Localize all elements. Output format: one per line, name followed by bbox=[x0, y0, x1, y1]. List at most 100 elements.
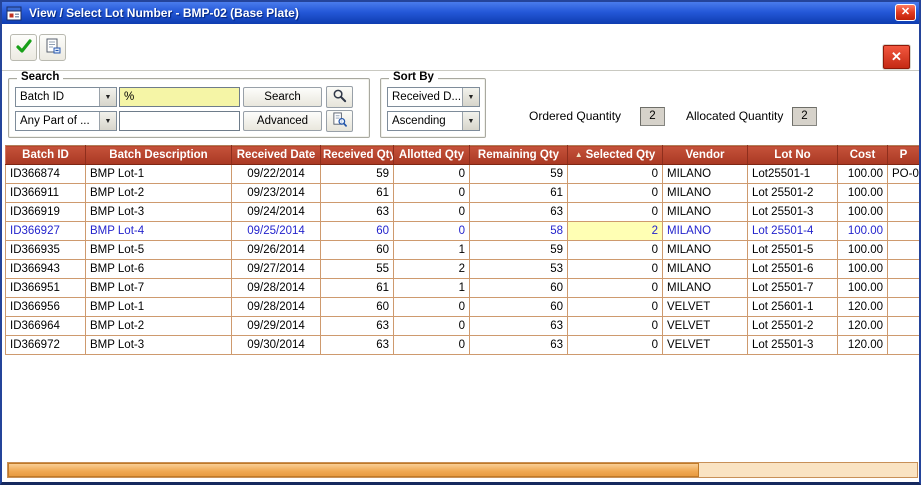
cell-received_qty[interactable]: 55 bbox=[321, 260, 394, 279]
copy-report-button[interactable] bbox=[39, 34, 66, 61]
scrollbar-thumb[interactable] bbox=[8, 463, 699, 477]
cell-batch_description[interactable]: BMP Lot-4 bbox=[86, 222, 232, 241]
cell-received_date[interactable]: 09/30/2014 bbox=[232, 336, 321, 355]
table-row[interactable]: ID366951BMP Lot-709/28/2014611600MILANOL… bbox=[6, 279, 920, 298]
chevron-down-icon[interactable]: ▼ bbox=[99, 88, 116, 106]
cell-batch_id[interactable]: ID366943 bbox=[6, 260, 86, 279]
cell-vendor[interactable]: MILANO bbox=[663, 222, 748, 241]
cell-selected_qty[interactable]: 2 bbox=[568, 222, 663, 241]
cell-allotted_qty[interactable]: 0 bbox=[394, 317, 470, 336]
cell-received_date[interactable]: 09/24/2014 bbox=[232, 203, 321, 222]
cell-remaining_qty[interactable]: 61 bbox=[470, 184, 568, 203]
cell-lot_no[interactable]: Lot 25501-6 bbox=[748, 260, 838, 279]
cell-batch_id[interactable]: ID366935 bbox=[6, 241, 86, 260]
cell-received_qty[interactable]: 61 bbox=[321, 184, 394, 203]
cell-allotted_qty[interactable]: 0 bbox=[394, 298, 470, 317]
cell-batch_description[interactable]: BMP Lot-7 bbox=[86, 279, 232, 298]
cell-batch_description[interactable]: BMP Lot-1 bbox=[86, 165, 232, 184]
cell-cost[interactable]: 100.00 bbox=[838, 260, 888, 279]
cell-batch_id[interactable]: ID366972 bbox=[6, 336, 86, 355]
cell-lot_no[interactable]: Lot 25501-4 bbox=[748, 222, 838, 241]
table-row[interactable]: ID366972BMP Lot-309/30/2014630630VELVETL… bbox=[6, 336, 920, 355]
cell-vendor[interactable]: MILANO bbox=[663, 279, 748, 298]
cell-po_no[interactable] bbox=[888, 298, 920, 317]
cell-remaining_qty[interactable]: 63 bbox=[470, 317, 568, 336]
column-header-remaining_qty[interactable]: Remaining Qty bbox=[470, 146, 568, 165]
cell-received_qty[interactable]: 59 bbox=[321, 165, 394, 184]
table-row[interactable]: ID366943BMP Lot-609/27/2014552530MILANOL… bbox=[6, 260, 920, 279]
cell-selected_qty[interactable]: 0 bbox=[568, 336, 663, 355]
cell-cost[interactable]: 100.00 bbox=[838, 241, 888, 260]
cell-received_qty[interactable]: 60 bbox=[321, 298, 394, 317]
column-header-batch_id[interactable]: Batch ID bbox=[6, 146, 86, 165]
cell-received_date[interactable]: 09/27/2014 bbox=[232, 260, 321, 279]
cell-received_date[interactable]: 09/28/2014 bbox=[232, 279, 321, 298]
column-header-batch_description[interactable]: Batch Description bbox=[86, 146, 232, 165]
cell-selected_qty[interactable]: 0 bbox=[568, 241, 663, 260]
cell-received_qty[interactable]: 63 bbox=[321, 317, 394, 336]
horizontal-scrollbar[interactable] bbox=[7, 462, 918, 478]
search-secondary-input[interactable] bbox=[119, 111, 240, 131]
cell-remaining_qty[interactable]: 60 bbox=[470, 279, 568, 298]
cell-vendor[interactable]: MILANO bbox=[663, 165, 748, 184]
cell-remaining_qty[interactable]: 59 bbox=[470, 241, 568, 260]
cell-allotted_qty[interactable]: 1 bbox=[394, 279, 470, 298]
advanced-lookup-button[interactable] bbox=[326, 110, 353, 132]
cell-received_qty[interactable]: 61 bbox=[321, 279, 394, 298]
cell-allotted_qty[interactable]: 0 bbox=[394, 184, 470, 203]
cell-batch_description[interactable]: BMP Lot-3 bbox=[86, 203, 232, 222]
cell-selected_qty[interactable]: 0 bbox=[568, 317, 663, 336]
cell-received_qty[interactable]: 60 bbox=[321, 241, 394, 260]
table-row[interactable]: ID366874BMP Lot-109/22/2014590590MILANOL… bbox=[6, 165, 920, 184]
column-header-received_qty[interactable]: Received Qty bbox=[321, 146, 394, 165]
cell-vendor[interactable]: MILANO bbox=[663, 260, 748, 279]
table-row[interactable]: ID366935BMP Lot-509/26/2014601590MILANOL… bbox=[6, 241, 920, 260]
cell-batch_id[interactable]: ID366919 bbox=[6, 203, 86, 222]
cell-received_date[interactable]: 09/23/2014 bbox=[232, 184, 321, 203]
table-row[interactable]: ID366911BMP Lot-209/23/2014610610MILANOL… bbox=[6, 184, 920, 203]
cell-batch_id[interactable]: ID366956 bbox=[6, 298, 86, 317]
cell-po_no[interactable] bbox=[888, 203, 920, 222]
cell-cost[interactable]: 100.00 bbox=[838, 165, 888, 184]
cell-allotted_qty[interactable]: 1 bbox=[394, 241, 470, 260]
cell-remaining_qty[interactable]: 63 bbox=[470, 336, 568, 355]
cell-batch_description[interactable]: BMP Lot-3 bbox=[86, 336, 232, 355]
chevron-down-icon[interactable]: ▼ bbox=[99, 112, 116, 130]
chevron-down-icon[interactable]: ▼ bbox=[462, 88, 479, 106]
cell-cost[interactable]: 100.00 bbox=[838, 222, 888, 241]
cell-po_no[interactable] bbox=[888, 279, 920, 298]
column-header-vendor[interactable]: Vendor bbox=[663, 146, 748, 165]
cell-lot_no[interactable]: Lot 25501-3 bbox=[748, 203, 838, 222]
cell-batch_description[interactable]: BMP Lot-6 bbox=[86, 260, 232, 279]
cell-batch_description[interactable]: BMP Lot-5 bbox=[86, 241, 232, 260]
cell-received_qty[interactable]: 63 bbox=[321, 203, 394, 222]
table-row[interactable]: ID366919BMP Lot-309/24/2014630630MILANOL… bbox=[6, 203, 920, 222]
cell-lot_no[interactable]: Lot25501-1 bbox=[748, 165, 838, 184]
column-header-lot_no[interactable]: Lot No bbox=[748, 146, 838, 165]
cell-allotted_qty[interactable]: 0 bbox=[394, 222, 470, 241]
search-match-combo[interactable]: Any Part of ... ▼ bbox=[15, 111, 117, 131]
cell-po_no[interactable] bbox=[888, 336, 920, 355]
cell-batch_id[interactable]: ID366874 bbox=[6, 165, 86, 184]
cell-selected_qty[interactable]: 0 bbox=[568, 279, 663, 298]
close-icon[interactable]: ✕ bbox=[895, 4, 916, 21]
cell-lot_no[interactable]: Lot 25601-1 bbox=[748, 298, 838, 317]
cell-lot_no[interactable]: Lot 25501-3 bbox=[748, 336, 838, 355]
titlebar[interactable]: View / Select Lot Number - BMP-02 (Base … bbox=[2, 2, 919, 24]
cell-received_qty[interactable]: 63 bbox=[321, 336, 394, 355]
cell-allotted_qty[interactable]: 0 bbox=[394, 165, 470, 184]
cell-batch_id[interactable]: ID366964 bbox=[6, 317, 86, 336]
sort-direction-combo[interactable]: Ascending ▼ bbox=[387, 111, 480, 131]
cell-selected_qty[interactable]: 0 bbox=[568, 184, 663, 203]
cell-lot_no[interactable]: Lot 25501-7 bbox=[748, 279, 838, 298]
search-button[interactable]: Search bbox=[243, 87, 322, 107]
cell-batch_id[interactable]: ID366911 bbox=[6, 184, 86, 203]
cell-received_date[interactable]: 09/22/2014 bbox=[232, 165, 321, 184]
cell-batch_description[interactable]: BMP Lot-2 bbox=[86, 184, 232, 203]
cell-po_no[interactable] bbox=[888, 184, 920, 203]
accept-button[interactable] bbox=[10, 34, 37, 61]
cell-cost[interactable]: 120.00 bbox=[838, 298, 888, 317]
cell-batch_description[interactable]: BMP Lot-1 bbox=[86, 298, 232, 317]
cell-po_no[interactable] bbox=[888, 317, 920, 336]
cell-batch_id[interactable]: ID366951 bbox=[6, 279, 86, 298]
